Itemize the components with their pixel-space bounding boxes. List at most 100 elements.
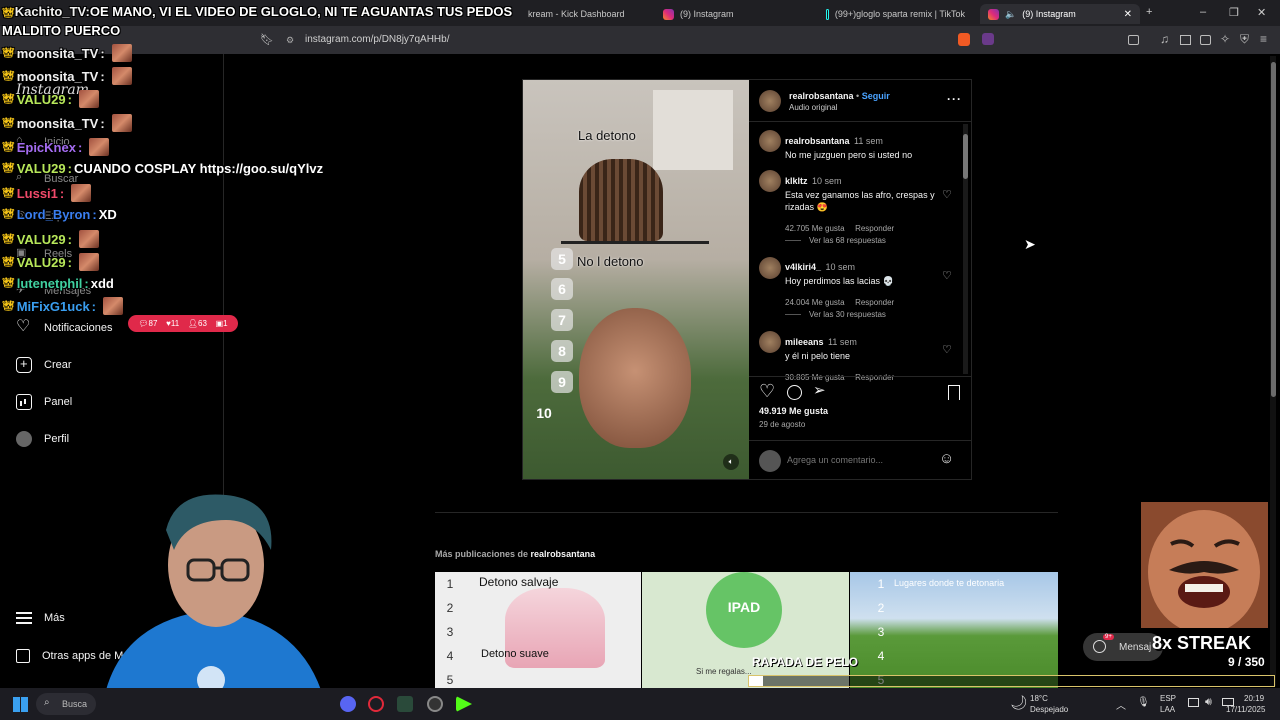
comment-icon[interactable]	[787, 385, 802, 400]
obs-icon[interactable]	[427, 696, 443, 712]
comment-avatar[interactable]	[759, 331, 781, 353]
heart-icon[interactable]: ♡	[942, 343, 952, 356]
wallet-icon[interactable]	[1200, 35, 1211, 45]
post-sidebar: realrobsantana • Seguir Audio original ·…	[749, 80, 971, 479]
leo-ai-icon[interactable]: ✧	[1220, 32, 1230, 46]
comment-username[interactable]: realrobsantana	[785, 136, 850, 146]
tab-instagram-1[interactable]: (9) Instagram	[655, 4, 810, 24]
chat-emote	[71, 184, 92, 202]
chat-username[interactable]: EpicKnex	[17, 140, 76, 155]
chat-username[interactable]: VALU29	[17, 255, 66, 270]
reply-button[interactable]: Responder	[855, 373, 894, 382]
chat-username[interactable]: moonsita_TV	[17, 116, 99, 131]
network-icon[interactable]	[1188, 698, 1199, 707]
comment-likes[interactable]: 42.705 Me gusta	[785, 224, 845, 233]
chat-colon: :	[91, 298, 97, 314]
app-icon[interactable]	[397, 696, 413, 712]
speaker-icon[interactable]: 🔈	[1005, 9, 1016, 20]
discord-icon[interactable]	[340, 696, 356, 712]
heart-icon[interactable]: ♡	[942, 269, 952, 282]
comment-avatar[interactable]	[759, 170, 781, 192]
screenshot-icon[interactable]	[1128, 35, 1139, 45]
mute-icon[interactable]: 🔈︎	[723, 454, 739, 470]
music-icon[interactable]: ♫	[1160, 32, 1169, 46]
extension-icon[interactable]	[982, 33, 994, 45]
menu-icon[interactable]: ≡	[1260, 32, 1267, 46]
chat-username[interactable]: Lussi1	[17, 186, 58, 201]
clock-date[interactable]: 17/11/2025	[1226, 705, 1265, 714]
page-scroll-thumb[interactable]	[1271, 62, 1276, 397]
likes-count[interactable]: 49.919 Me gusta	[759, 406, 828, 416]
comment-username[interactable]: klkltz	[785, 176, 808, 186]
comment-item: mileeans 11 sem y él ni pelo tiene 30.80…	[785, 332, 940, 385]
more-options-icon[interactable]: ···	[947, 92, 962, 106]
goal-current: 9	[1228, 655, 1235, 669]
nav-notificaciones[interactable]: Notificaciones	[16, 316, 112, 336]
emoji-icon[interactable]: ☺	[939, 450, 954, 467]
minimize-button[interactable]: –	[1200, 6, 1206, 18]
save-icon[interactable]	[948, 385, 960, 400]
sidebar-toggle-icon[interactable]	[1180, 35, 1191, 45]
chat-username[interactable]: lutenetphil	[17, 276, 83, 291]
author-avatar[interactable]	[759, 90, 781, 112]
heart-icon[interactable]: ♡	[942, 188, 952, 201]
new-tab-button[interactable]: +	[1146, 6, 1152, 18]
view-replies-link[interactable]: Ver las 30 respuestas	[785, 310, 886, 319]
reply-button[interactable]: Responder	[855, 298, 894, 307]
chat-username[interactable]: Kachito_TV	[15, 4, 86, 19]
restore-button[interactable]: ❐	[1229, 6, 1239, 19]
audio-label[interactable]: Audio original	[789, 103, 837, 112]
language-region[interactable]: LAA	[1160, 705, 1175, 714]
notification-badge[interactable]: 💬︎87 ♥11 👤︎63 ▣1	[128, 315, 238, 332]
chat-username[interactable]: moonsita_TV	[17, 69, 99, 84]
reply-button[interactable]: Responder	[855, 224, 894, 233]
tray-expand-icon[interactable]: ︿	[1116, 697, 1126, 712]
nav-crear[interactable]: Crear	[16, 356, 72, 373]
thumb-text: Lugares donde te detonaria	[894, 578, 1005, 588]
post-date: 29 de agosto	[759, 420, 806, 429]
windows-start-icon[interactable]	[13, 697, 28, 712]
tab-instagram-active[interactable]: 🔈 (9) Instagram ✕	[980, 4, 1140, 24]
like-icon[interactable]: ♡	[759, 381, 775, 402]
volume-icon[interactable]: 🔊︎	[1205, 696, 1212, 709]
clock-time[interactable]: 20:19	[1244, 694, 1264, 703]
language-code[interactable]: ESP	[1160, 694, 1176, 703]
more-posts-username[interactable]: realrobsantana	[531, 549, 596, 559]
comment-avatar[interactable]	[759, 130, 781, 152]
comment-time: 11 sem	[827, 337, 857, 347]
brave-shield-icon[interactable]	[958, 33, 970, 46]
chat-username[interactable]: VALU29	[17, 161, 66, 176]
microphone-icon[interactable]: 🎙︎	[1137, 697, 1150, 708]
author-username[interactable]: realrobsantana	[789, 91, 854, 101]
comment-input[interactable]	[787, 452, 937, 468]
comment-username[interactable]: v4lkiri4_	[785, 262, 821, 272]
nav-mas[interactable]: Más	[16, 612, 65, 624]
chat-emote	[78, 230, 99, 248]
weather-icon[interactable]: 🌙︎	[1010, 694, 1028, 711]
chat-message: 👑︎ Lussi1:	[2, 184, 92, 202]
opera-icon[interactable]	[368, 696, 384, 712]
nav-panel[interactable]: Panel	[16, 394, 72, 410]
taskbar-search[interactable]: ⌕ Busca	[36, 693, 96, 715]
view-replies-link[interactable]: Ver las 68 respuestas	[785, 236, 886, 245]
post-video[interactable]: La detono No l detono 5 6 7 8 9 10 🔈︎	[523, 80, 749, 479]
comment-avatar[interactable]	[759, 257, 781, 279]
kick-icon[interactable]	[456, 696, 472, 712]
chat-username[interactable]: VALU29	[17, 92, 66, 107]
share-icon[interactable]: ➢	[813, 381, 826, 399]
nav-perfil[interactable]: Perfil	[16, 431, 69, 447]
chat-username[interactable]: VALU29	[17, 232, 66, 247]
comments-scroll-thumb[interactable]	[963, 134, 968, 179]
comment-username[interactable]: mileeans	[785, 337, 824, 347]
close-window-button[interactable]: ✕	[1257, 6, 1266, 19]
more-posts-title: Más publicaciones de realrobsantana	[435, 549, 595, 559]
vpn-icon[interactable]: ⛨	[1240, 32, 1249, 47]
follow-button[interactable]: Seguir	[862, 91, 890, 101]
chat-username[interactable]: Lord_Byron	[17, 207, 91, 222]
tab-tiktok[interactable]: (99+)gloglo sparta remix | TikTok	[818, 4, 973, 24]
comment-likes[interactable]: 24.004 Me gusta	[785, 298, 845, 307]
close-tab-icon[interactable]: ✕	[1124, 9, 1132, 20]
post-thumbnail[interactable]: Detono salvaje Detono suave 12345	[435, 572, 641, 688]
chat-username[interactable]: MiFixG1uck	[17, 299, 90, 314]
chat-username[interactable]: moonsita_TV	[17, 46, 99, 61]
